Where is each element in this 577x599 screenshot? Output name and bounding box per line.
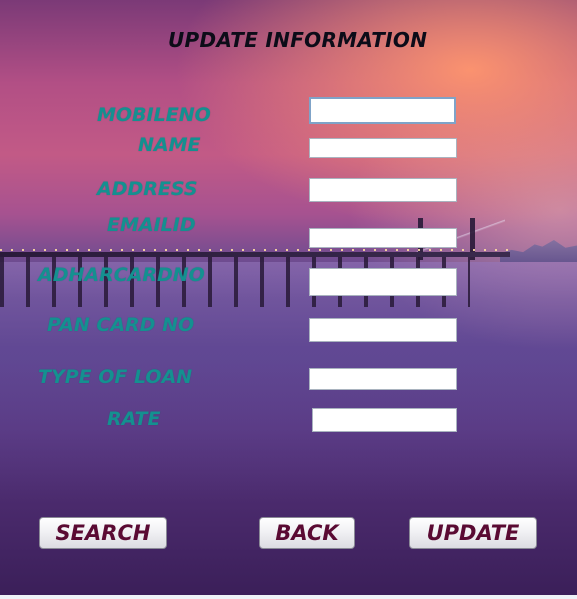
typeofloan-field[interactable] (309, 368, 457, 390)
address-field[interactable] (309, 178, 457, 202)
rate-field[interactable] (312, 408, 457, 432)
page-title: UPDATE INFORMATION (168, 28, 428, 52)
emailid-label: EMAILID (107, 214, 196, 236)
city-skyline (500, 240, 577, 262)
search-button[interactable]: SEARCH (39, 517, 167, 549)
address-label: ADDRESS (97, 178, 198, 200)
back-button[interactable]: BACK (259, 517, 355, 549)
background-photo (0, 0, 577, 595)
adharcardno-field[interactable] (309, 268, 457, 296)
name-label: NAME (138, 134, 201, 156)
pancardno-label: PAN CARD NO (47, 314, 195, 336)
mobileno-field[interactable] (309, 97, 456, 124)
update-button[interactable]: UPDATE (409, 517, 537, 549)
typeofloan-label: TYPE OF LOAN (38, 366, 193, 388)
rate-label: RATE (107, 408, 161, 430)
mobileno-label: MOBILENO (97, 104, 211, 126)
name-field[interactable] (309, 138, 457, 158)
emailid-field[interactable] (309, 228, 457, 248)
adharcardno-label: ADHARCARDNO (38, 264, 205, 286)
bridge-lights (0, 249, 510, 251)
pancardno-field[interactable] (309, 318, 457, 342)
